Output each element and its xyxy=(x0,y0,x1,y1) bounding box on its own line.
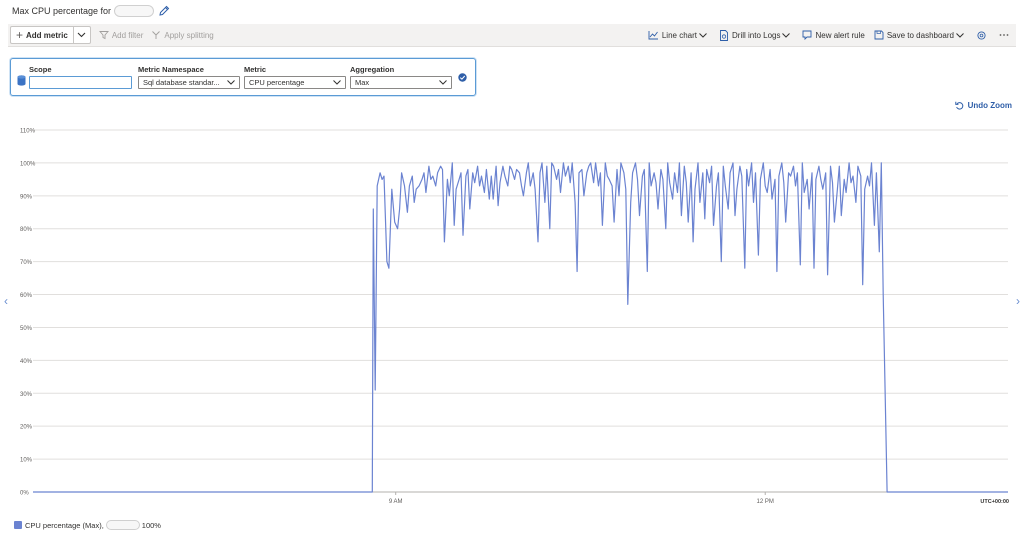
metric-namespace-label: Metric Namespace xyxy=(138,65,204,74)
drill-into-logs-button[interactable]: Drill into Logs xyxy=(719,29,793,41)
add-metric-label: Add metric xyxy=(26,30,68,40)
add-filter-button[interactable]: Add filter xyxy=(98,30,144,40)
sql-database-icon xyxy=(17,75,26,86)
aggregation-value: Max xyxy=(355,78,370,87)
metric-value: CPU percentage xyxy=(249,78,305,87)
timezone-label: UTC+00:00 xyxy=(980,499,1009,505)
x-tick-label: 9 AM xyxy=(389,499,403,505)
save-to-dashboard-label: Save to dashboard xyxy=(886,30,954,40)
add-metric-button[interactable]: + Add metric xyxy=(10,26,74,44)
legend-summary-value: 100% xyxy=(141,520,161,530)
apply-splitting-label: Apply splitting xyxy=(164,30,214,40)
y-tick-label: 70% xyxy=(20,260,33,266)
metric-namespace-select[interactable]: Sql database standar... xyxy=(138,76,240,89)
add-metric-dropdown-button[interactable] xyxy=(73,26,91,44)
cpu-line-chart[interactable]: 0% 10% 20% 30% 40% 50% 60% 70% 80% 90% 100% 110% 9 A… xyxy=(0,118,1024,518)
metric-field: Metric CPU percentage xyxy=(244,65,346,89)
undo-zoom-button[interactable]: Undo Zoom xyxy=(954,101,1012,110)
add-filter-label: Add filter xyxy=(111,30,144,40)
chevron-down-icon xyxy=(439,80,447,85)
chevron-right-icon[interactable]: › xyxy=(1016,294,1020,308)
new-alert-rule-label: New alert rule xyxy=(815,30,865,40)
gear-icon xyxy=(977,30,986,40)
aggregation-select[interactable]: Max xyxy=(350,76,452,89)
y-tick-label: 80% xyxy=(20,227,33,233)
save-icon xyxy=(874,30,884,40)
settings-button[interactable] xyxy=(976,30,990,41)
y-tick-label: 100% xyxy=(20,161,36,167)
y-tick-label: 0% xyxy=(20,491,29,497)
splitting-icon xyxy=(152,31,161,39)
metric-selector-card: Scope Metric Namespace Sql database stan… xyxy=(10,58,476,96)
metric-select[interactable]: CPU percentage xyxy=(244,76,346,89)
x-tick-label: 12 PM xyxy=(757,499,774,505)
alert-icon xyxy=(803,30,812,40)
y-tick-label: 50% xyxy=(20,326,33,332)
y-tick-label: 40% xyxy=(20,359,33,365)
logs-icon xyxy=(720,29,728,41)
chart-legend[interactable]: CPU percentage (Max), 100% xyxy=(14,520,161,530)
more-ellipsis-icon xyxy=(999,34,1009,36)
aggregation-field: Aggregation Max xyxy=(350,65,452,89)
scope-label: Scope xyxy=(29,65,52,74)
redacted-resource-name xyxy=(114,5,155,17)
legend-swatch xyxy=(14,521,22,529)
line-chart-button[interactable]: Line chart xyxy=(648,30,710,40)
chevron-down-icon xyxy=(227,80,235,85)
more-options-button[interactable] xyxy=(999,33,1012,37)
chevron-down-icon xyxy=(782,32,791,38)
chart-toolbar: + Add metric Add filter Apply splitting … xyxy=(8,24,1016,47)
plus-icon: + xyxy=(16,28,24,42)
metric-namespace-value: Sql database standar... xyxy=(143,78,220,87)
metric-label: Metric xyxy=(244,65,267,74)
y-tick-label: 60% xyxy=(20,293,33,299)
chart-title-text: Max CPU percentage for xyxy=(12,6,112,16)
filter-icon xyxy=(98,31,109,40)
chevron-down-icon xyxy=(333,80,341,85)
aggregation-label: Aggregation xyxy=(350,65,395,74)
scope-field: Scope xyxy=(29,65,132,89)
toolbar-left-group: + Add metric Add filter Apply splitting xyxy=(8,24,214,46)
y-tick-label: 20% xyxy=(20,425,33,431)
apply-splitting-button[interactable]: Apply splitting xyxy=(151,30,214,40)
chart-title: Max CPU percentage for xyxy=(12,3,170,19)
scope-input[interactable] xyxy=(29,76,132,89)
undo-zoom-label: Undo Zoom xyxy=(967,101,1012,110)
line-chart-icon xyxy=(648,31,658,40)
y-tick-label: 10% xyxy=(20,458,33,464)
metric-namespace-field: Metric Namespace Sql database standar... xyxy=(138,65,240,89)
save-to-dashboard-button[interactable]: Save to dashboard xyxy=(874,30,967,40)
drill-into-logs-label: Drill into Logs xyxy=(732,30,781,40)
line-chart-label: Line chart xyxy=(661,30,697,40)
y-tick-label: 30% xyxy=(20,392,33,398)
undo-icon xyxy=(954,101,963,110)
chevron-down-icon xyxy=(77,32,86,38)
redacted-resource-name xyxy=(105,520,140,530)
confirm-check-icon[interactable] xyxy=(458,73,467,82)
chevron-down-icon xyxy=(956,32,964,38)
toolbar-right-group: Line chart Drill into Logs New alert rul… xyxy=(639,24,1016,46)
y-tick-label: 90% xyxy=(20,194,33,200)
chevron-down-icon xyxy=(699,32,707,38)
chevron-left-icon[interactable]: ‹ xyxy=(4,294,8,308)
edit-pencil-icon[interactable] xyxy=(158,5,170,17)
legend-series-name: CPU percentage (Max), xyxy=(25,520,104,530)
new-alert-rule-button[interactable]: New alert rule xyxy=(802,30,865,40)
y-tick-label: 110% xyxy=(20,129,36,135)
